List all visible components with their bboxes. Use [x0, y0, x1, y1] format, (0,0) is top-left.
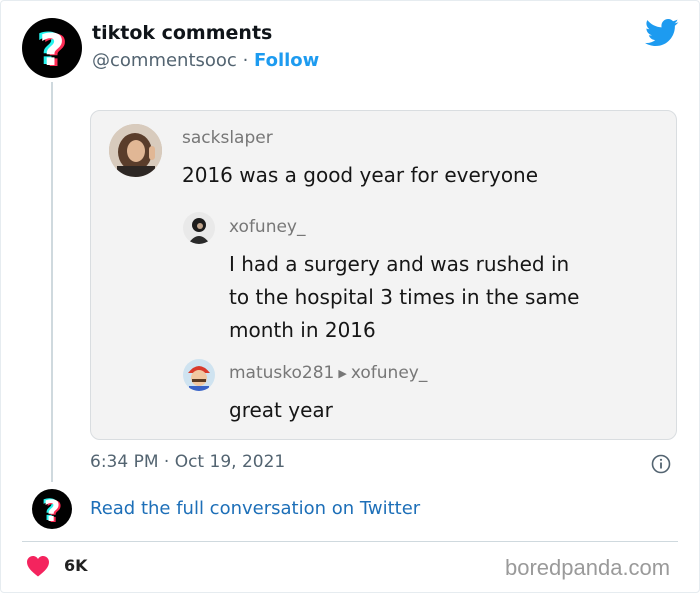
small-author-avatar[interactable]: ? ? ?	[32, 489, 72, 529]
divider	[22, 541, 678, 542]
info-icon[interactable]	[651, 454, 671, 474]
reply-username: matusko281	[229, 363, 335, 383]
reply-text-line-1: I had a surgery and was rushed in	[229, 252, 570, 276]
reply-text-line-2: to the hospital 3 times in the same	[229, 285, 580, 309]
xofuney-avatar	[183, 212, 215, 244]
svg-text:?: ?	[44, 494, 61, 528]
heart-icon[interactable]	[26, 555, 50, 577]
reply-username: xofuney_	[229, 217, 306, 237]
twitter-bird-icon[interactable]	[645, 18, 679, 48]
like-count: 6K	[64, 556, 88, 575]
reply-to-username: xofuney_	[350, 363, 428, 383]
author-name[interactable]: tiktok comments	[92, 22, 272, 44]
reply-arrow-icon: ▶	[338, 367, 347, 380]
read-conversation-link[interactable]: Read the full conversation on Twitter	[90, 498, 420, 519]
follow-button[interactable]: Follow	[254, 50, 319, 71]
separator-dot: ·	[242, 50, 249, 71]
comment-username: sackslaper	[182, 128, 273, 148]
svg-text:?: ?	[39, 25, 65, 76]
matusko281-avatar	[183, 359, 215, 391]
embedded-screenshot: sackslaper 2016 was a good year for ever…	[90, 110, 677, 440]
author-avatar[interactable]: ? ? ?	[22, 18, 82, 78]
tiktok-question-logo-icon: ? ? ?	[36, 24, 68, 77]
thread-line	[51, 82, 53, 482]
tiktok-question-logo-icon: ? ? ?	[42, 493, 63, 529]
author-handle-row: @commentsooc · Follow	[92, 50, 319, 71]
reply-header: matusko281 ▶ xofuney_	[229, 363, 427, 383]
reply-text: great year	[229, 398, 333, 422]
comment-text: 2016 was a good year for everyone	[182, 163, 539, 187]
author-handle[interactable]: @commentsooc	[92, 50, 237, 71]
tweet-timestamp[interactable]: 6:34 PM · Oct 19, 2021	[90, 452, 285, 472]
reply-text-line-3: month in 2016	[229, 318, 376, 342]
boredpanda-watermark: boredpanda.com	[505, 555, 671, 580]
sackslaper-avatar	[109, 124, 162, 177]
